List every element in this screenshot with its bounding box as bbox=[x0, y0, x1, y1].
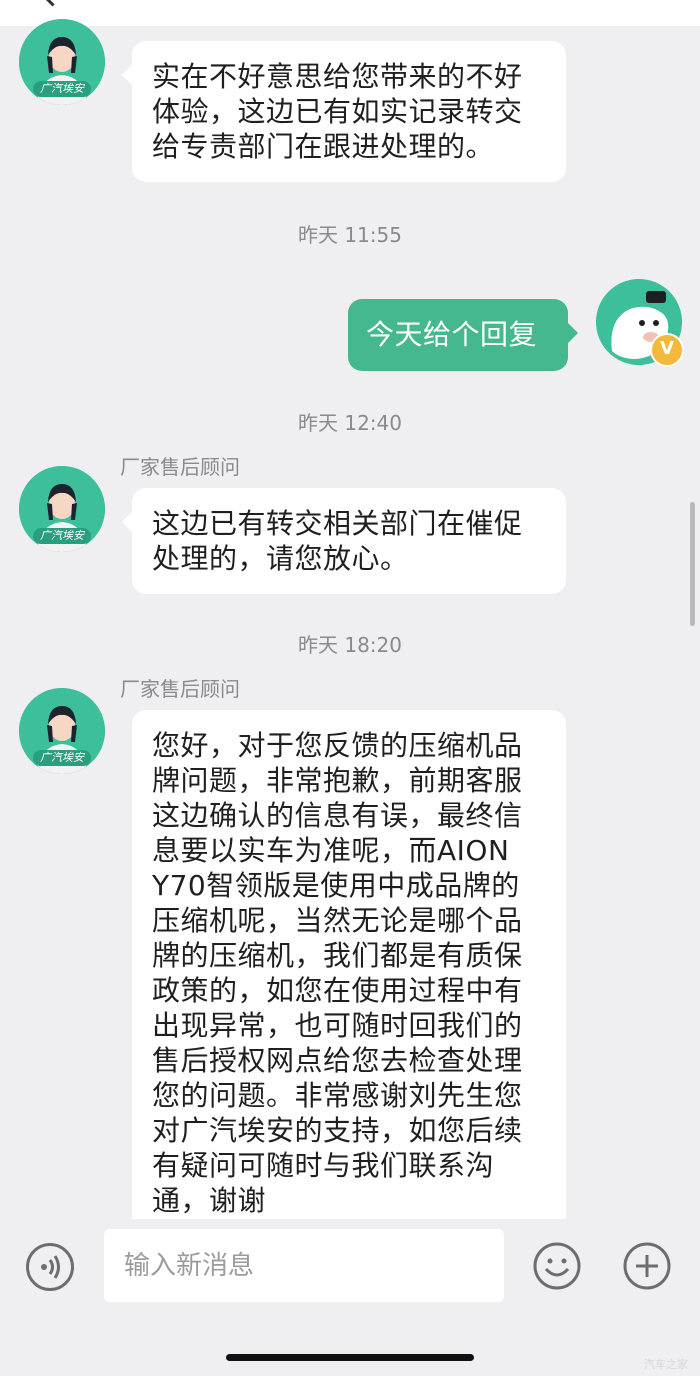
scrollbar[interactable] bbox=[690, 502, 695, 626]
user-avatar[interactable]: V bbox=[596, 279, 684, 367]
sender-name: 厂家售后顾问 bbox=[120, 455, 240, 479]
agent-avatar[interactable]: 广汽埃安 bbox=[19, 466, 105, 552]
message-input[interactable] bbox=[104, 1229, 504, 1302]
agent-avatar[interactable]: 广汽埃安 bbox=[19, 19, 105, 105]
plus-icon bbox=[623, 1242, 671, 1290]
avatar-tag: 广汽埃安 bbox=[33, 528, 91, 544]
verified-badge-icon: V bbox=[650, 333, 684, 367]
message-bubble: 实在不好意思给您带来的不好体验，这边已有如实记录转交给专责部门在跟进处理的。 bbox=[122, 41, 566, 182]
input-bar bbox=[0, 1219, 700, 1376]
back-arrow-icon[interactable] bbox=[40, 0, 65, 7]
timestamp: 昨天 18:20 bbox=[298, 633, 402, 657]
timestamp: 昨天 12:40 bbox=[298, 411, 402, 435]
home-indicator[interactable] bbox=[226, 1354, 474, 1361]
voice-icon bbox=[41, 1255, 60, 1279]
message-bubble: 这边已有转交相关部门在催促处理的，请您放心。 bbox=[122, 488, 566, 594]
timestamp: 昨天 11:55 bbox=[298, 223, 402, 247]
watermark: 汽车之家 bbox=[644, 1358, 688, 1371]
message-text: 这边已有转交相关部门在催促处理的，请您放心。 bbox=[152, 507, 523, 575]
message-text: 您好，对于您反馈的压缩机品牌问题，非常抱歉，前期客服这边确认的信息有误，最终信息… bbox=[152, 729, 523, 1217]
agent-avatar[interactable]: 广汽埃安 bbox=[19, 688, 105, 774]
emoji-button[interactable] bbox=[532, 1241, 582, 1291]
message-bubble: 您好，对于您反馈的压缩机品牌问题，非常抱歉，前期客服这边确认的信息有误，最终信息… bbox=[132, 710, 566, 1230]
emoji-icon bbox=[533, 1242, 581, 1290]
voice-button[interactable] bbox=[26, 1243, 74, 1291]
avatar-tag: 广汽埃安 bbox=[33, 750, 91, 766]
top-bar bbox=[0, 0, 700, 26]
message-text: 实在不好意思给您带来的不好体验，这边已有如实记录转交给专责部门在跟进处理的。 bbox=[152, 60, 523, 163]
avatar-tag: 广汽埃安 bbox=[33, 81, 91, 97]
sender-name: 厂家售后顾问 bbox=[120, 677, 240, 701]
plus-button[interactable] bbox=[622, 1241, 672, 1291]
message-bubble-user: 今天给个回复 bbox=[348, 299, 578, 371]
message-text: 今天给个回复 bbox=[366, 318, 538, 351]
